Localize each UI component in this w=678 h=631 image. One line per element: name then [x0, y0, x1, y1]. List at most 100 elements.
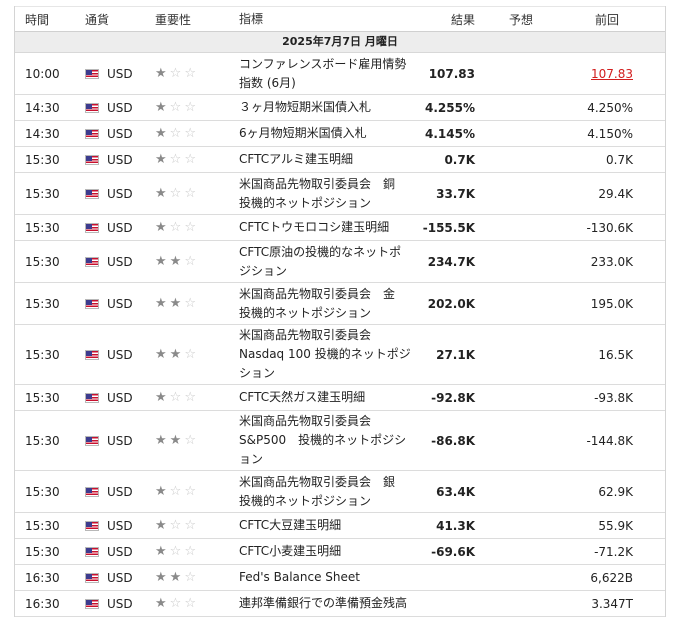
table-row[interactable]: 16:30 USD ★ ☆ ☆ 連邦準備銀行での準備預金残高 3.347T [15, 591, 665, 617]
indicator-name[interactable]: コンファレンスボード雇用情勢指数 (6月) [239, 55, 419, 93]
event-time: 15:30 [25, 433, 60, 448]
table-row[interactable]: 15:30 USD ★ ☆ ☆ CFTCアルミ建玉明細 0.7K 0.7K [15, 147, 665, 173]
previous-value-text: 55.9K [598, 518, 633, 533]
star-empty-icon: ☆ [184, 254, 196, 269]
indicator-name[interactable]: 米国商品先物取引委員会 S&P500 投機的ネットポジション [239, 412, 419, 469]
star-filled-icon: ★ [155, 100, 167, 115]
header-importance: 重要性 [155, 12, 192, 27]
table-row[interactable]: 16:30 USD ★ ★ ☆ Fed's Balance Sheet 6,622B [15, 565, 665, 591]
table-row[interactable]: 15:30 USD ★ ★ ☆ 米国商品先物取引委員会 Nasdaq 100 投機的ネット… [15, 325, 665, 385]
star-empty-icon: ☆ [169, 220, 182, 235]
currency-code: USD [107, 220, 133, 235]
indicator-name[interactable]: CFTCトウモロコシ建玉明細 [239, 218, 419, 237]
event-time: 15:30 [25, 186, 60, 201]
event-currency: USD [77, 153, 149, 167]
star-empty-icon: ☆ [169, 186, 182, 201]
actual-value: 107.83 [428, 66, 475, 81]
star-empty-icon: ☆ [169, 596, 182, 611]
event-time: 15:30 [25, 390, 60, 405]
indicator-name[interactable]: 米国商品先物取引委員会 金 投機的ネットポジション [239, 285, 419, 323]
currency-code: USD [107, 596, 133, 611]
importance-stars: ★ ☆ ☆ [155, 187, 196, 200]
event-currency: USD [77, 391, 149, 405]
previous-value: 62.9K [545, 485, 635, 499]
star-empty-icon: ☆ [169, 100, 182, 115]
previous-value-text: 4.250% [587, 100, 633, 115]
table-row[interactable]: 15:30 USD ★ ★ ☆ 米国商品先物取引委員会 金 投機的ネットポジション 202.… [15, 283, 665, 325]
star-filled-icon: ★ [155, 484, 167, 499]
table-row[interactable]: 15:30 USD ★ ☆ ☆ CFTC大豆建玉明細 41.3K 55.9K [15, 513, 665, 539]
indicator-name[interactable]: CFTCアルミ建玉明細 [239, 150, 419, 169]
actual-value: 27.1K [436, 347, 475, 362]
us-flag-icon [85, 435, 99, 446]
event-time: 14:30 [25, 126, 60, 141]
us-flag-icon [85, 572, 99, 583]
indicator-name[interactable]: CFTC天然ガス建玉明細 [239, 388, 419, 407]
header-currency: 通貨 [85, 12, 110, 27]
us-flag-icon [85, 598, 99, 609]
table-row[interactable]: 15:30 USD ★ ★ ☆ CFTC原油の投機的なネットポジション 234.7K 233.… [15, 241, 665, 283]
table-row[interactable]: 15:30 USD ★ ☆ ☆ CFTCトウモロコシ建玉明細 -155.5K -130.6K [15, 215, 665, 241]
currency-code: USD [107, 518, 133, 533]
star-empty-icon: ☆ [184, 100, 196, 115]
us-flag-icon [85, 154, 99, 165]
event-currency: USD [77, 597, 149, 611]
star-filled-icon: ★ [155, 254, 167, 269]
previous-value-text: 16.5K [598, 347, 633, 362]
previous-value: 0.7K [545, 153, 635, 167]
indicator-name[interactable]: Fed's Balance Sheet [239, 568, 419, 587]
previous-value: 16.5K [545, 348, 635, 362]
star-empty-icon: ☆ [184, 186, 196, 201]
previous-value-text: 107.83 [591, 66, 633, 81]
star-empty-icon: ☆ [169, 518, 182, 533]
currency-code: USD [107, 296, 133, 311]
table-row[interactable]: 14:30 USD ★ ☆ ☆ ３ヶ月物短期米国債入札 4.255% 4.250% [15, 95, 665, 121]
importance-stars: ★ ☆ ☆ [155, 545, 196, 558]
star-empty-icon: ☆ [169, 544, 182, 559]
star-filled-icon: ★ [155, 186, 167, 201]
event-time: 15:30 [25, 220, 60, 235]
table-row[interactable]: 15:30 USD ★ ☆ ☆ CFTC小麦建玉明細 -69.6K -71.2K [15, 539, 665, 565]
actual-value: 63.4K [436, 484, 475, 499]
importance-stars: ★ ☆ ☆ [155, 127, 196, 140]
previous-value-text: -71.2K [594, 544, 633, 559]
table-row[interactable]: 10:00 USD ★ ☆ ☆ コンファレンスボード雇用情勢指数 (6月) 107.83 10… [15, 53, 665, 95]
table-row[interactable]: 15:30 USD ★ ☆ ☆ 米国商品先物取引委員会 銅 投機的ネットポジション 33.7… [15, 173, 665, 215]
event-time: 15:30 [25, 347, 60, 362]
indicator-name[interactable]: CFTC小麦建玉明細 [239, 542, 419, 561]
importance-stars: ★ ☆ ☆ [155, 67, 196, 80]
event-currency: USD [77, 545, 149, 559]
table-row[interactable]: 15:30 USD ★ ☆ ☆ CFTC天然ガス建玉明細 -92.8K -93.8K [15, 385, 665, 411]
currency-code: USD [107, 152, 133, 167]
currency-code: USD [107, 126, 133, 141]
indicator-name[interactable]: 6ヶ月物短期米国債入札 [239, 124, 419, 143]
previous-value-text: 6,622B [590, 570, 633, 585]
event-currency: USD [77, 348, 149, 362]
indicator-name[interactable]: ３ヶ月物短期米国債入札 [239, 98, 419, 117]
previous-value: 3.347T [545, 597, 635, 611]
event-currency: USD [77, 485, 149, 499]
star-empty-icon: ☆ [169, 126, 182, 141]
indicator-name[interactable]: 連邦準備銀行での準備預金残高 [239, 594, 419, 613]
importance-stars: ★ ★ ☆ [155, 434, 196, 447]
indicator-name[interactable]: 米国商品先物取引委員会 銀 投機的ネットポジション [239, 473, 419, 511]
indicator-name[interactable]: 米国商品先物取引委員会 銅 投機的ネットポジション [239, 175, 419, 213]
table-row[interactable]: 14:30 USD ★ ☆ ☆ 6ヶ月物短期米国債入札 4.145% 4.150% [15, 121, 665, 147]
indicator-name[interactable]: CFTC大豆建玉明細 [239, 516, 419, 535]
us-flag-icon [85, 486, 99, 497]
previous-value: -144.8K [545, 434, 635, 448]
importance-rating: ★ ☆ ☆ [149, 127, 239, 140]
star-filled-icon: ★ [155, 296, 167, 311]
star-filled-icon: ★ [155, 596, 167, 611]
previous-value-text: -130.6K [586, 220, 633, 235]
indicator-name[interactable]: CFTC原油の投機的なネットポジション [239, 243, 419, 281]
previous-value: 29.4K [545, 187, 635, 201]
indicator-name[interactable]: 米国商品先物取引委員会 Nasdaq 100 投機的ネットポジション [239, 326, 419, 383]
table-row[interactable]: 15:30 USD ★ ★ ☆ 米国商品先物取引委員会 S&P500 投機的ネットポジショ… [15, 411, 665, 471]
event-time: 14:30 [25, 100, 60, 115]
importance-rating: ★ ☆ ☆ [149, 391, 239, 404]
currency-code: USD [107, 186, 133, 201]
table-row[interactable]: 15:30 USD ★ ☆ ☆ 米国商品先物取引委員会 銀 投機的ネットポジション 63.4… [15, 471, 665, 513]
importance-stars: ★ ☆ ☆ [155, 221, 196, 234]
star-empty-icon: ☆ [169, 390, 182, 405]
